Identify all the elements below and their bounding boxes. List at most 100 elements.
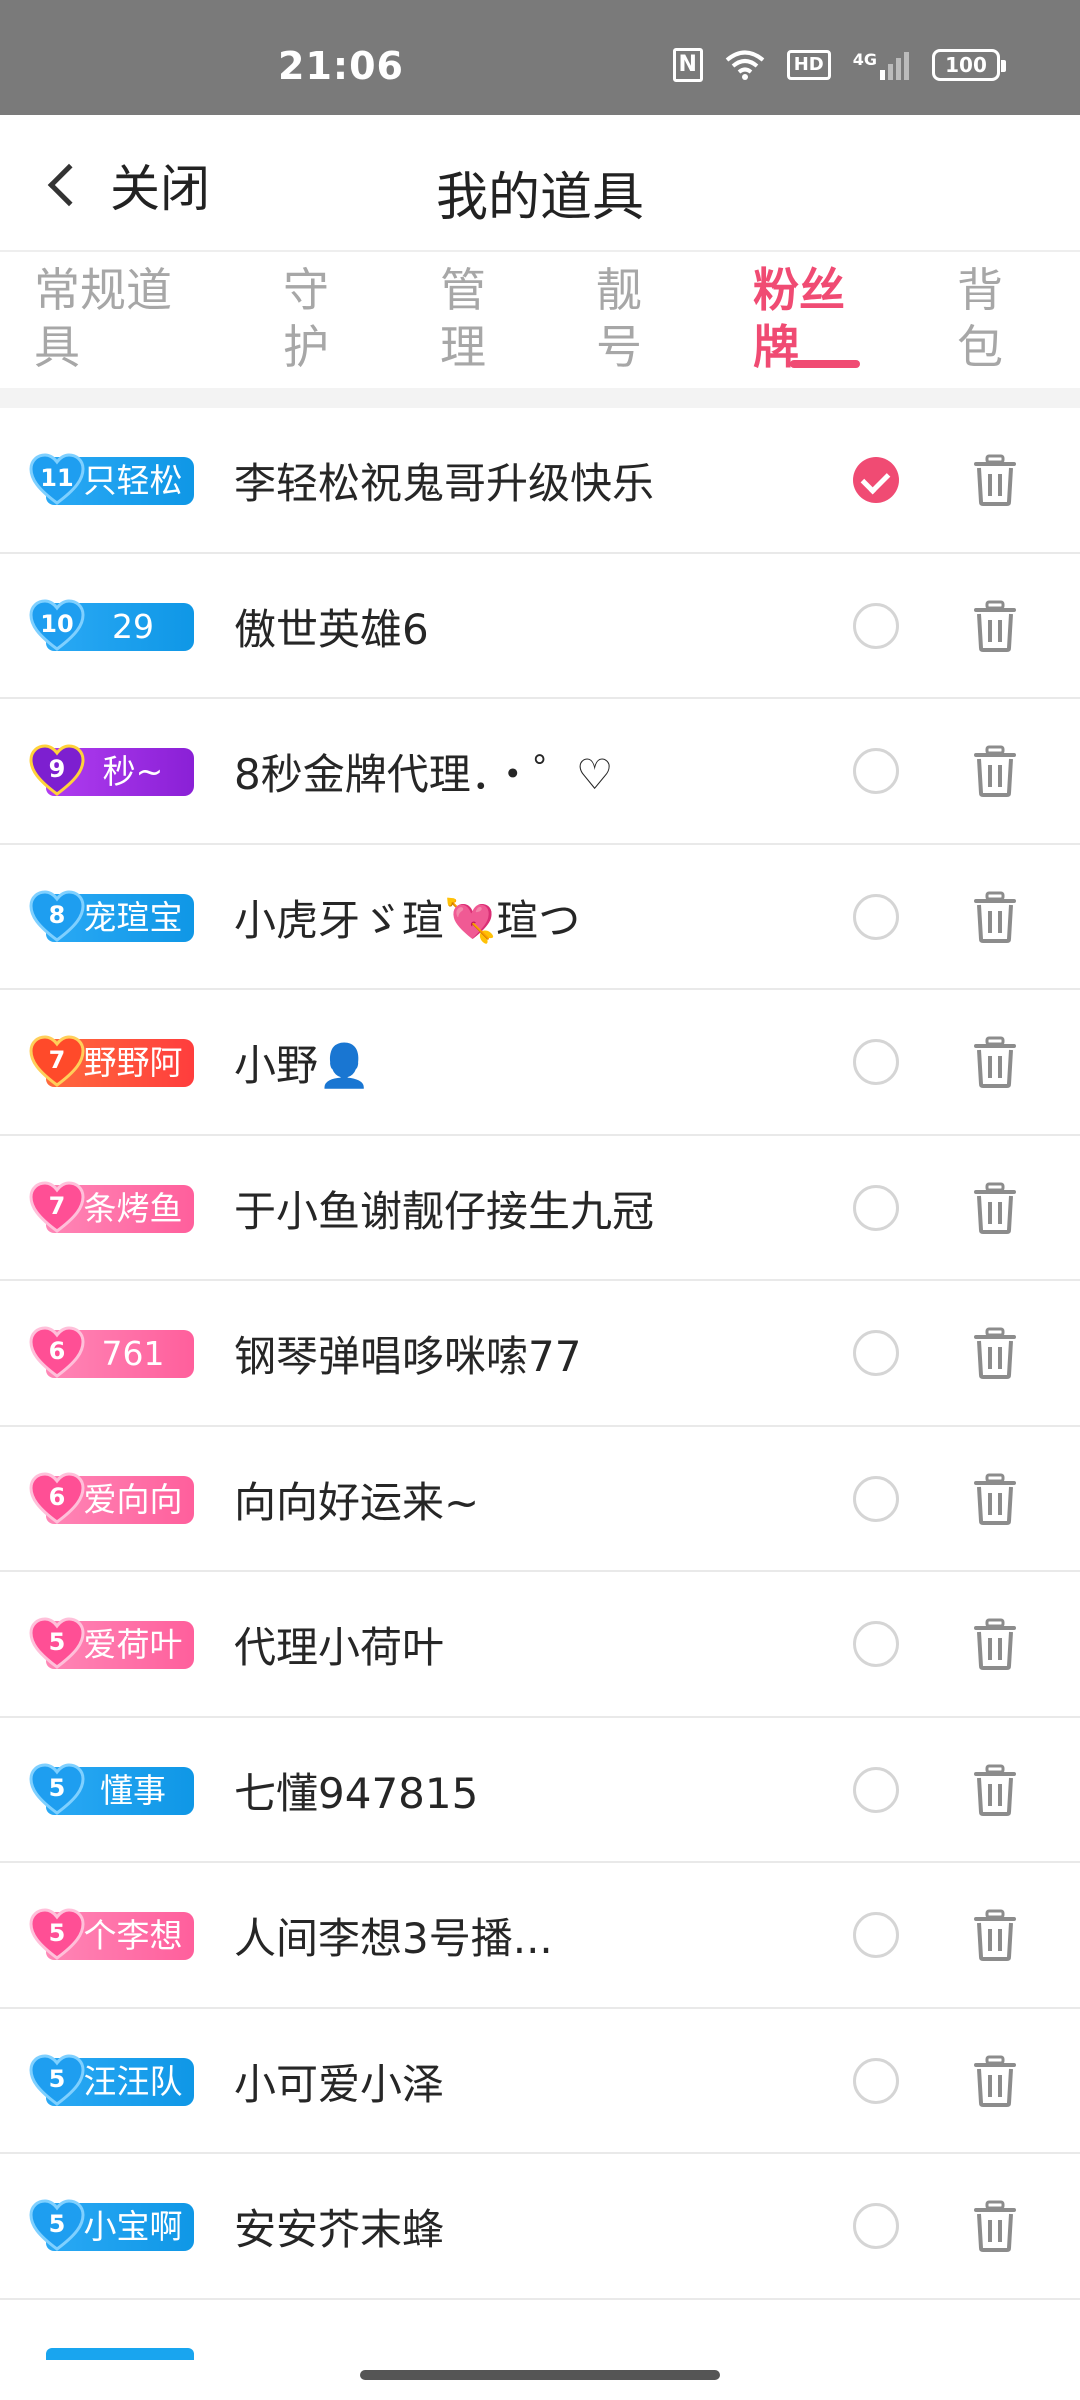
trash-icon[interactable] xyxy=(972,1182,1018,1234)
trash-icon[interactable] xyxy=(972,2200,1018,2252)
trash-icon[interactable] xyxy=(972,600,1018,652)
anchor-name: 李轻松祝鬼哥升级快乐 xyxy=(234,459,655,508)
fan-badge[interactable]: 秒~ 9 xyxy=(28,742,194,800)
anchor-name: 代理小荷叶 xyxy=(234,1623,445,1672)
list-item[interactable]: 野野阿 7 小野👤 xyxy=(0,990,1080,1136)
trash-icon[interactable] xyxy=(972,1327,1018,1379)
anchor-name: 七懂947815 xyxy=(234,1768,479,1818)
trash-icon[interactable] xyxy=(972,1036,1018,1088)
network-label: 4G xyxy=(852,50,877,69)
tab-guard[interactable]: 守 护 xyxy=(283,262,329,376)
anchor-name: 8秒金牌代理．・゜♡ xyxy=(234,750,614,799)
tab-label-line1: 管 xyxy=(440,263,486,317)
wear-badge-radio[interactable] xyxy=(853,893,899,940)
tab-regular-items[interactable]: 常规道 具 xyxy=(34,262,172,376)
tab-label-line2: 号 xyxy=(596,320,642,374)
fan-badge[interactable]: 只轻松 11 xyxy=(28,451,194,509)
tab-label-line1: 靓 xyxy=(596,263,642,317)
fan-badge[interactable]: 野野阿 7 xyxy=(28,1033,194,1091)
list-item[interactable]: 宠瑄宝 8 小虎牙ゞ瑄💘瑄つ xyxy=(0,845,1080,990)
wear-badge-radio[interactable] xyxy=(853,457,899,503)
list-item[interactable]: 懂事 5 七懂947815 xyxy=(0,1718,1080,1863)
fan-badge-level: 5 xyxy=(48,1773,66,1802)
partial-fan-badge xyxy=(46,2348,194,2360)
trash-icon[interactable] xyxy=(972,1764,1018,1816)
fan-badge-level: 11 xyxy=(40,464,74,492)
trash-icon[interactable] xyxy=(972,1909,1018,1961)
list-item[interactable]: 条烤鱼 7 于小鱼谢靓仔接生九冠 xyxy=(0,1136,1080,1281)
tab-label-line2: 包 xyxy=(957,320,1003,374)
fan-badge-level: 5 xyxy=(48,2210,66,2238)
anchor-name: 人间李想3号播... xyxy=(234,1914,553,1963)
nfc-icon: N xyxy=(672,48,703,82)
wear-badge-radio[interactable] xyxy=(853,1766,899,1813)
trash-icon[interactable] xyxy=(972,1618,1018,1670)
home-indicator[interactable] xyxy=(360,2370,720,2380)
wear-badge-radio[interactable] xyxy=(853,2203,899,2249)
fan-badge-level: 7 xyxy=(48,1191,66,1220)
tab-label-line2: 护 xyxy=(283,320,329,374)
anchor-name: 小虎牙ゞ瑄💘瑄つ xyxy=(234,895,581,945)
partial-list-item xyxy=(0,2300,1080,2360)
wifi-icon xyxy=(725,49,765,81)
tab-admin[interactable]: 管 理 xyxy=(440,262,486,376)
wear-badge-radio[interactable] xyxy=(853,1912,899,1958)
trash-icon[interactable] xyxy=(972,454,1018,506)
anchor-name: 钢琴弹唱哆咪嗦77 xyxy=(234,1332,582,1381)
trash-icon[interactable] xyxy=(972,891,1018,943)
wear-badge-radio[interactable] xyxy=(853,1184,899,1231)
anchor-name: 傲世英雄6 xyxy=(234,604,429,654)
wear-badge-radio[interactable] xyxy=(853,1621,899,1667)
wear-badge-radio[interactable] xyxy=(853,2057,899,2104)
tab-label-line1: 常规道 xyxy=(34,263,172,317)
fan-badge[interactable]: 宠瑄宝 8 xyxy=(28,888,194,946)
wear-badge-radio[interactable] xyxy=(853,1039,899,1085)
wear-badge-radio[interactable] xyxy=(853,602,899,649)
tab-vanity-id[interactable]: 靓 号 xyxy=(596,262,642,376)
list-item[interactable]: 29 10 傲世英雄6 xyxy=(0,554,1080,699)
list-item[interactable]: 只轻松 11 李轻松祝鬼哥升级快乐 xyxy=(0,408,1080,554)
tab-label-line1: 守 xyxy=(283,263,329,317)
trash-icon[interactable] xyxy=(972,745,1018,797)
fan-badge[interactable]: 小宝啊 5 xyxy=(28,2197,194,2255)
anchor-name: 于小鱼谢靓仔接生九冠 xyxy=(234,1186,655,1236)
wear-badge-radio[interactable] xyxy=(853,1475,899,1522)
fan-badge-level: 6 xyxy=(48,1337,66,1365)
battery-icon: 100 xyxy=(932,49,1006,81)
wear-badge-radio[interactable] xyxy=(853,1330,899,1376)
list-item[interactable]: 爱向向 6 向向好运来~ xyxy=(0,1427,1080,1572)
list-item[interactable]: 小宝啊 5 安安芥末蜂 xyxy=(0,2154,1080,2300)
fan-badge[interactable]: 个李想 5 xyxy=(28,1906,194,1964)
page-title: 我的道具 xyxy=(435,168,644,228)
status-bar: 21:06 N HD 4G 100 xyxy=(0,0,1080,115)
tab-fan-badge[interactable]: 粉丝 牌 xyxy=(753,262,845,376)
anchor-name: 小可爱小泽 xyxy=(234,2059,445,2109)
wear-badge-radio[interactable] xyxy=(853,748,899,794)
tab-label-line1: 背 xyxy=(957,263,1003,317)
tab-label-line2: 理 xyxy=(440,320,486,374)
tab-bar: 常规道 具 守 护 管 理 靓 号 粉丝 牌 背 包 xyxy=(0,252,1080,388)
fan-badge[interactable]: 29 10 xyxy=(28,597,194,655)
status-icons: N HD 4G 100 xyxy=(672,48,1006,82)
fan-badge-level: 9 xyxy=(48,755,66,783)
fan-badge[interactable]: 爱荷叶 5 xyxy=(28,1615,194,1673)
fan-badge[interactable]: 条烤鱼 7 xyxy=(28,1179,194,1237)
list-item[interactable]: 761 6 钢琴弹唱哆咪嗦77 xyxy=(0,1281,1080,1427)
list-item[interactable]: 汪汪队 5 小可爱小泽 xyxy=(0,2009,1080,2154)
fan-badge-list: 只轻松 11 李轻松祝鬼哥升级快乐 29 10 傲世英雄6 秒~ 9 8秒金牌代… xyxy=(0,408,1080,2300)
hd-icon: HD xyxy=(786,50,831,80)
list-item[interactable]: 爱荷叶 5 代理小荷叶 xyxy=(0,1572,1080,1718)
trash-icon[interactable] xyxy=(972,2055,1018,2107)
fan-badge-level: 5 xyxy=(48,1919,66,1947)
trash-icon[interactable] xyxy=(972,1473,1018,1525)
tab-backpack[interactable]: 背 包 xyxy=(957,262,1003,376)
top-nav: 关闭 我的道具 xyxy=(0,115,1080,252)
fan-badge[interactable]: 761 6 xyxy=(28,1324,194,1382)
list-item[interactable]: 个李想 5 人间李想3号播... xyxy=(0,1863,1080,2009)
fan-badge[interactable]: 汪汪队 5 xyxy=(28,2052,194,2110)
fan-badge-level: 5 xyxy=(48,2064,66,2093)
tab-label-line1: 粉丝 xyxy=(753,263,845,317)
fan-badge[interactable]: 爱向向 6 xyxy=(28,1470,194,1528)
list-item[interactable]: 秒~ 9 8秒金牌代理．・゜♡ xyxy=(0,699,1080,845)
fan-badge[interactable]: 懂事 5 xyxy=(28,1761,194,1819)
